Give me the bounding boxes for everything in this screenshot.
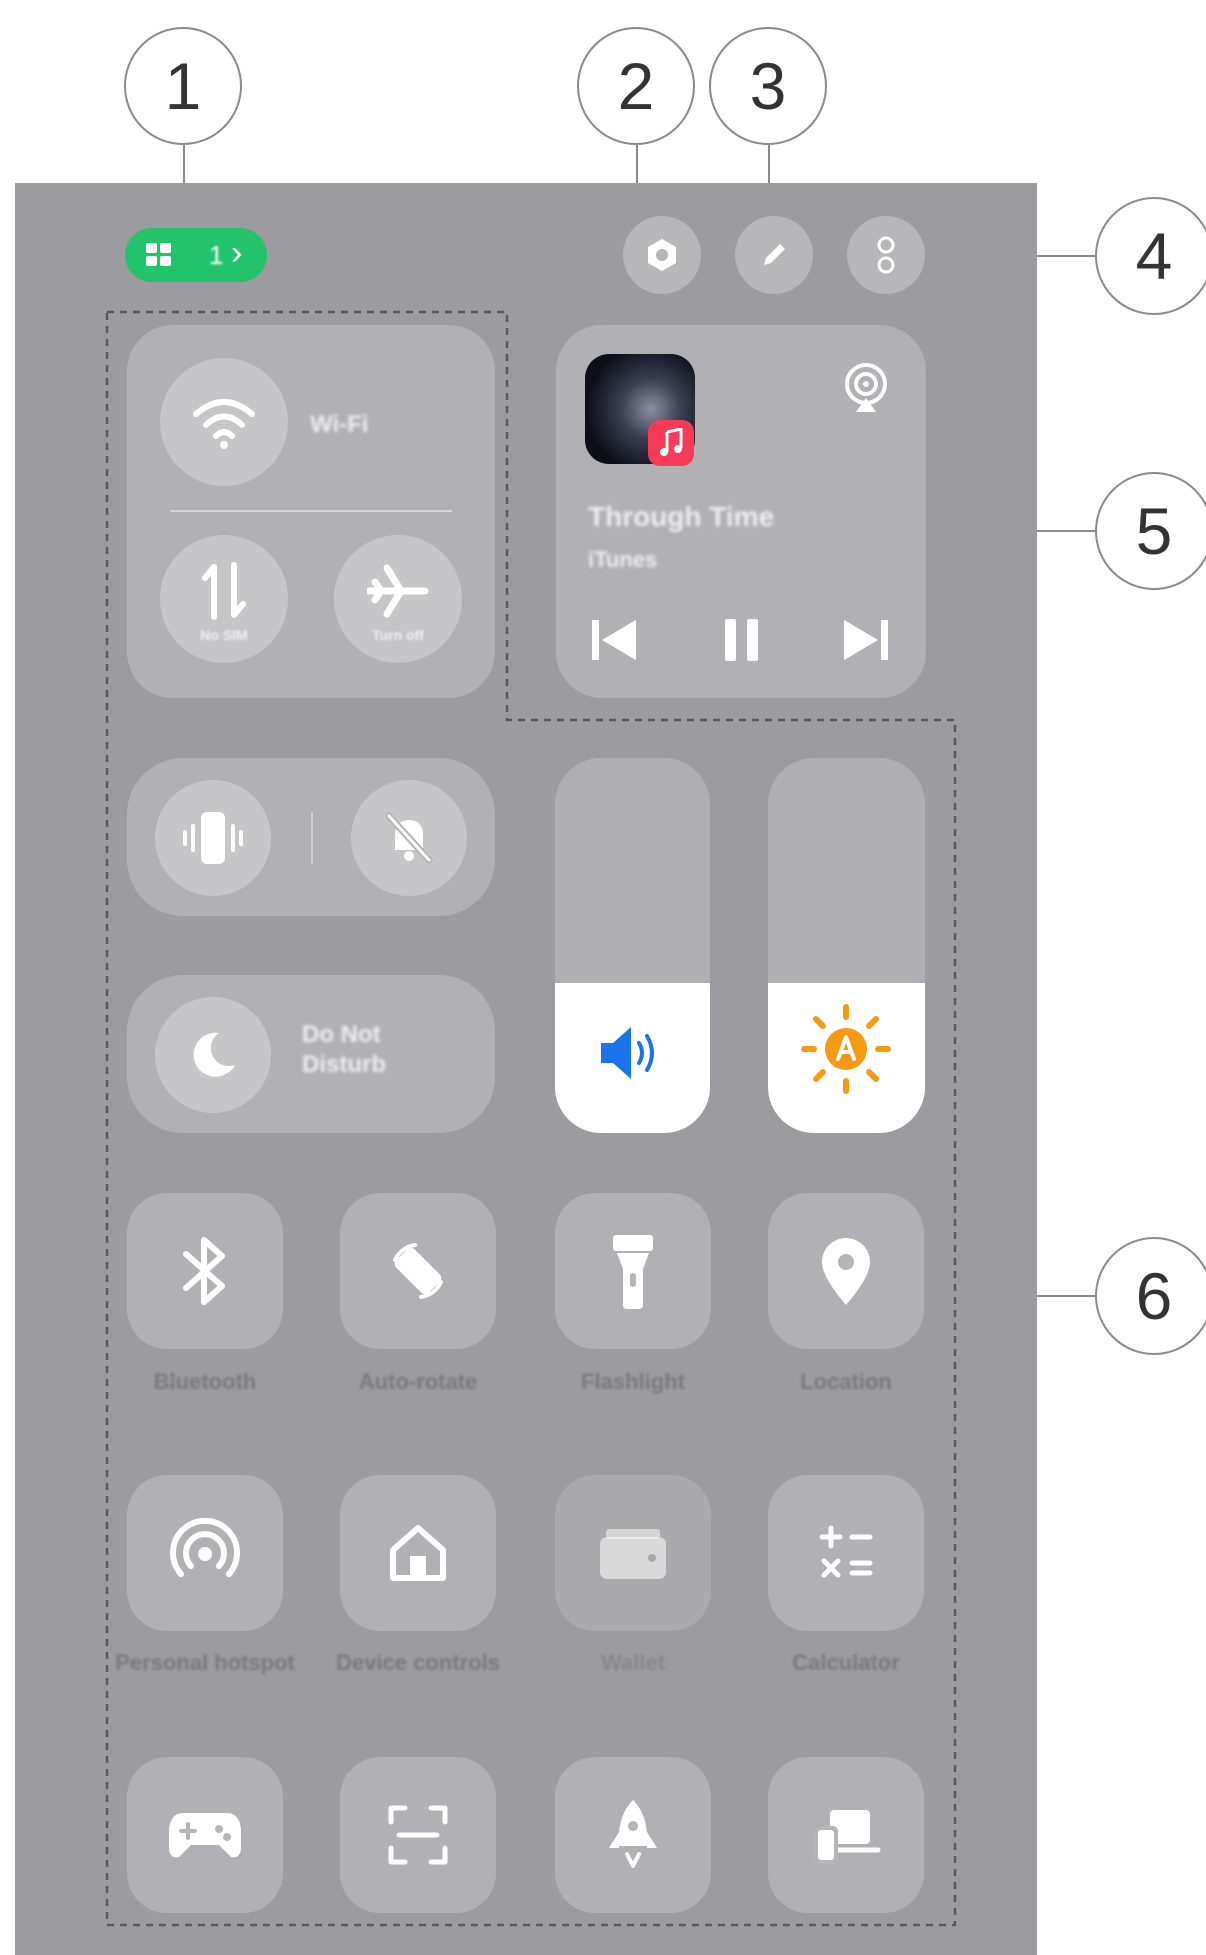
settings-hexagon-icon — [648, 239, 676, 271]
status-pill-count: 1 — [209, 240, 224, 270]
device-controls-label: Device controls — [336, 1650, 500, 1675]
settings-button[interactable] — [623, 216, 701, 294]
callout-3: 3 — [709, 27, 827, 145]
wallet-icon — [600, 1529, 666, 1579]
dnd-label: Do Not Disturb — [302, 1021, 386, 1078]
airplane-label: Turn off — [372, 627, 424, 643]
rotate-icon — [393, 1243, 443, 1299]
bluetooth-tile[interactable] — [127, 1193, 283, 1349]
music-note-icon — [660, 428, 683, 456]
bluetooth-icon — [183, 1237, 225, 1305]
location-pin-icon — [822, 1238, 870, 1305]
connectivity-divider — [170, 510, 452, 512]
callout-5: 5 — [1095, 472, 1206, 590]
calculator-label: Calculator — [792, 1650, 900, 1675]
two-dots-icon — [877, 236, 895, 274]
flashlight-icon — [613, 1235, 653, 1309]
game-boost-tile[interactable] — [555, 1757, 711, 1913]
moon-icon — [193, 1032, 235, 1077]
callout-2: 2 — [577, 27, 695, 145]
song-artist: iTunes — [588, 547, 658, 572]
scan-icon — [388, 1805, 448, 1865]
callout-1: 1 — [124, 27, 242, 145]
grid-icon — [146, 243, 171, 266]
location-tile[interactable] — [768, 1193, 924, 1349]
calculator-tile[interactable] — [768, 1475, 924, 1631]
wallet-label: Wallet — [601, 1650, 665, 1675]
game-tile[interactable] — [127, 1757, 283, 1913]
chevron-right-icon: › — [231, 234, 243, 272]
auto-rotate-tile[interactable] — [340, 1193, 496, 1349]
vibrate-toggle[interactable] — [155, 780, 271, 896]
data-arrows-icon — [202, 562, 246, 620]
vibrate-icon — [183, 812, 243, 864]
airplane-mode-toggle[interactable] — [334, 535, 462, 663]
wifi-icon — [193, 399, 255, 449]
hotspot-icon — [170, 1518, 240, 1577]
callout-4: 4 — [1095, 197, 1206, 315]
wallet-tile[interactable] — [555, 1475, 711, 1631]
previous-track-button[interactable] — [588, 614, 640, 666]
bell-off-icon — [385, 812, 433, 864]
personal-hotspot-label: Personal hotspot — [115, 1650, 295, 1675]
mobile-data-toggle[interactable] — [160, 535, 288, 663]
song-title: Through Time — [588, 501, 775, 532]
sound-mode-divider — [311, 812, 313, 864]
bluetooth-label: Bluetooth — [153, 1369, 257, 1394]
dnd-icon-circle — [155, 997, 271, 1113]
brightness-slider[interactable] — [768, 758, 925, 1133]
status-pill[interactable]: 1 › — [125, 228, 267, 282]
wifi-toggle[interactable] — [160, 358, 288, 486]
home-icon — [390, 1525, 446, 1581]
flashlight-tile[interactable] — [555, 1193, 711, 1349]
wifi-label: Wi-Fi — [310, 411, 369, 438]
multi-device-tile[interactable] — [768, 1757, 924, 1913]
previous-icon — [592, 620, 636, 660]
calculator-icon — [819, 1525, 873, 1578]
scan-tile[interactable] — [340, 1757, 496, 1913]
gamepad-icon — [169, 1813, 241, 1858]
device-controls-tile[interactable] — [340, 1475, 496, 1631]
pause-icon — [725, 619, 758, 661]
speaker-icon — [601, 1027, 654, 1079]
next-icon — [844, 620, 888, 660]
more-options-button[interactable] — [847, 216, 925, 294]
next-track-button[interactable] — [840, 614, 892, 666]
callout-6: 6 — [1095, 1237, 1206, 1355]
cast-audio-icon — [845, 363, 887, 412]
auto-rotate-label: Auto-rotate — [358, 1369, 478, 1394]
rocket-icon — [609, 1800, 657, 1868]
devices-icon — [814, 1810, 881, 1864]
airplane-icon — [367, 564, 429, 618]
personal-hotspot-tile[interactable] — [127, 1475, 283, 1631]
silent-toggle[interactable] — [351, 780, 467, 896]
volume-slider[interactable] — [555, 758, 710, 1133]
pause-button[interactable] — [716, 614, 768, 666]
auto-brightness-icon — [801, 1004, 891, 1094]
mobile-data-label: No SIM — [200, 627, 248, 643]
pencil-icon — [764, 244, 785, 265]
flashlight-label: Flashlight — [581, 1369, 685, 1394]
location-label: Location — [800, 1369, 892, 1394]
music-app-badge — [648, 420, 694, 466]
edit-button[interactable] — [735, 216, 813, 294]
airplay-button[interactable] — [838, 360, 894, 416]
